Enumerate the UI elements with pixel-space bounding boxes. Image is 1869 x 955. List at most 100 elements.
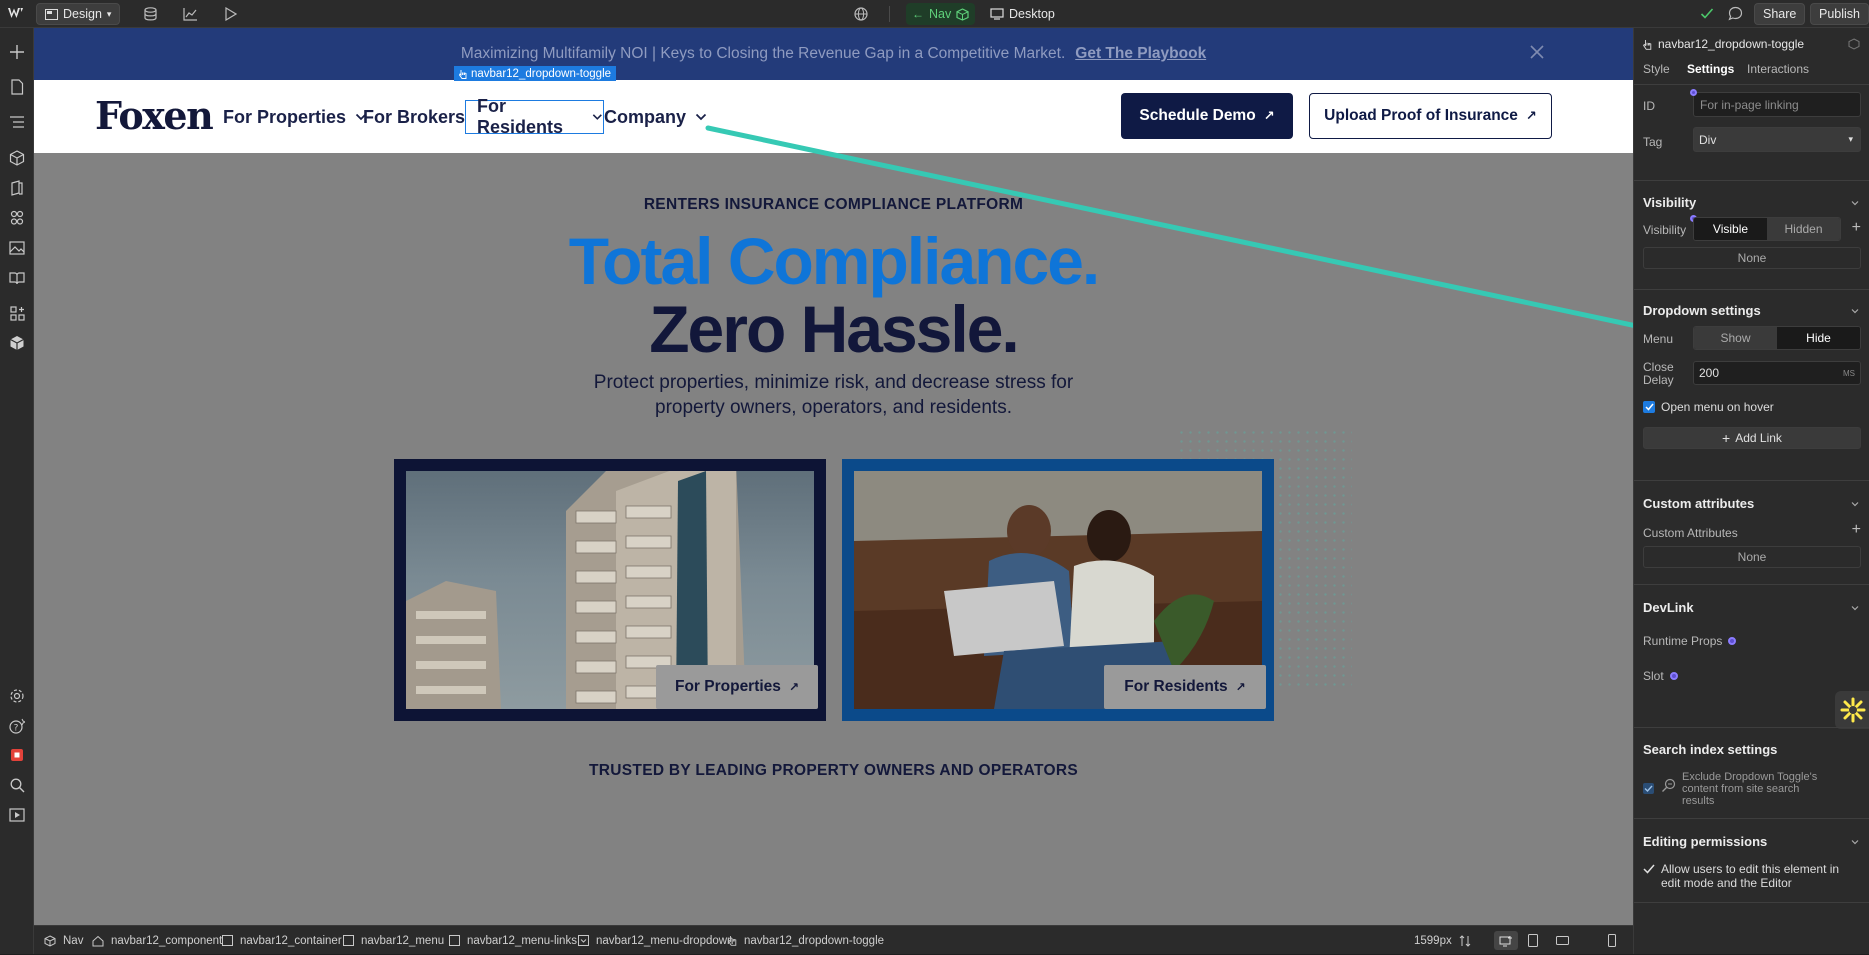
tag-select[interactable]: Div ▾ <box>1693 127 1861 152</box>
visibility-section: Visibility Visibility Visible Hidden + N… <box>1634 180 1869 271</box>
breadcrumb-item[interactable]: navbar12_container <box>222 926 342 955</box>
chevron-down-icon[interactable] <box>1850 198 1860 208</box>
dropdown-settings-section: Dropdown settings Menu Show Hide Close D… <box>1634 289 1869 469</box>
add-breakpoint-desktop-button[interactable] <box>1494 931 1518 950</box>
tab-settings[interactable]: Settings <box>1687 62 1734 76</box>
assistant-sparkle-button[interactable] <box>1835 691 1869 729</box>
menu-label: Menu <box>1643 332 1674 346</box>
plus-icon: + <box>1722 430 1731 446</box>
mobile-portrait-icon[interactable] <box>1608 934 1616 947</box>
breadcrumb-item[interactable]: Nav <box>44 926 83 955</box>
sparkle-icon <box>1840 697 1865 723</box>
visibility-title: Visibility <box>1643 195 1697 210</box>
breadcrumb-item[interactable]: navbar12_menu-dropdown <box>578 926 733 955</box>
binding-dot-icon[interactable] <box>1728 637 1737 645</box>
visibility-label: Visibility <box>1643 223 1687 237</box>
add-attribute-plus-icon[interactable]: + <box>1852 521 1861 539</box>
id-label: ID <box>1643 99 1655 113</box>
editing-permissions-title: Editing permissions <box>1643 834 1768 849</box>
breadcrumb-item[interactable]: navbar12_dropdown-toggle <box>728 926 884 955</box>
breadcrumb-label: Nav <box>63 934 84 947</box>
tablet-icon[interactable] <box>1528 934 1538 947</box>
breadcrumb-item[interactable]: navbar12_menu-links <box>449 926 577 955</box>
hide-option[interactable]: Hide <box>1777 327 1860 349</box>
breadcrumb-item[interactable]: navbar12_component <box>92 926 222 955</box>
home-icon <box>92 935 104 946</box>
div-block-icon <box>343 935 354 946</box>
pointer-hand-icon <box>1643 39 1652 50</box>
exclude-search-line-1: Exclude Dropdown Toggle's <box>1682 771 1818 783</box>
component-settings-icon[interactable] <box>1848 38 1860 50</box>
slot-label: Slot <box>1643 669 1664 683</box>
tag-select-value: Div <box>1699 132 1717 147</box>
allow-editing-text: Allow users to edit this element in edit… <box>1661 862 1839 890</box>
custom-attributes-none-box: None <box>1643 546 1861 568</box>
visibility-none-label: None <box>1737 251 1767 265</box>
devlink-title: DevLink <box>1643 600 1694 615</box>
desktop-plus-icon <box>1499 935 1512 946</box>
mobile-landscape-icon[interactable] <box>1556 936 1569 945</box>
editing-permissions-section: Editing permissions Allow users to edit … <box>1634 818 1869 903</box>
tab-interactions[interactable]: Interactions <box>1747 62 1809 76</box>
close-delay-input[interactable]: 200 MS <box>1693 361 1861 385</box>
breadcrumb-label: navbar12_component <box>111 934 223 947</box>
binding-dot-icon <box>1690 89 1697 96</box>
tag-label: Tag <box>1643 135 1663 149</box>
slot-row: Slot <box>1643 669 1678 683</box>
breadcrumb-label: navbar12_menu <box>361 934 445 947</box>
devlink-section: DevLink Runtime Props Slot <box>1634 584 1869 683</box>
exclude-search-line-2: content from site search <box>1682 783 1800 795</box>
delay-label: Delay <box>1643 373 1674 387</box>
add-link-button[interactable]: + Add Link <box>1643 427 1861 449</box>
selected-element-name: navbar12_dropdown-toggle <box>1658 37 1805 51</box>
search-off-icon <box>1662 778 1676 792</box>
div-block-icon <box>449 935 460 946</box>
hidden-option[interactable]: Hidden <box>1767 218 1840 240</box>
allow-editing-line-1: Allow users to edit this element in <box>1661 862 1840 876</box>
chevron-down-icon: ▾ <box>1848 134 1853 144</box>
custom-attributes-title: Custom attributes <box>1643 496 1755 511</box>
breadcrumb-label: navbar12_menu-links <box>467 934 577 947</box>
visibility-toggle[interactable]: Visible Hidden <box>1693 217 1841 241</box>
custom-attributes-none-label: None <box>1737 550 1767 564</box>
chevron-down-icon[interactable] <box>1850 306 1860 316</box>
open-on-hover-label: Open menu on hover <box>1661 400 1774 414</box>
pointer-hand-icon <box>728 936 737 946</box>
menu-show-hide-toggle[interactable]: Show Hide <box>1693 326 1861 350</box>
show-option[interactable]: Show <box>1694 327 1777 349</box>
binding-dot-icon[interactable] <box>1669 672 1678 680</box>
visible-option[interactable]: Visible <box>1694 218 1767 240</box>
id-input-placeholder: For in-page linking <box>1700 97 1799 112</box>
delay-unit: MS <box>1843 368 1855 378</box>
open-on-hover-checkbox[interactable] <box>1643 401 1655 413</box>
breadcrumb-bar: Nav navbar12_component navbar12_containe… <box>34 925 1633 954</box>
div-block-icon <box>222 935 233 946</box>
breadcrumb-label: navbar12_dropdown-toggle <box>744 934 885 947</box>
dropdown-settings-title: Dropdown settings <box>1643 303 1761 318</box>
selected-element-header: navbar12_dropdown-toggle <box>1643 37 1804 51</box>
exclude-search-text: Exclude Dropdown Toggle's content from s… <box>1682 771 1817 807</box>
exclude-search-checkbox[interactable] <box>1643 783 1654 794</box>
id-input[interactable]: For in-page linking <box>1693 92 1861 117</box>
tab-style[interactable]: Style <box>1643 62 1670 76</box>
exclude-search-line-3: results <box>1682 795 1715 807</box>
runtime-props-label: Runtime Props <box>1643 634 1723 648</box>
chevron-down-icon[interactable] <box>1850 603 1860 613</box>
custom-attributes-section: Custom attributes Custom Attributes + No… <box>1634 480 1869 572</box>
chevron-down-icon[interactable] <box>1850 499 1860 509</box>
canvas-width-readout: 1599px <box>1414 926 1471 955</box>
annotation-arrow <box>705 125 1692 344</box>
settings-panel: navbar12_dropdown-toggle Style Settings … <box>1633 28 1869 954</box>
width-readout-label: 1599px <box>1414 934 1452 947</box>
checkmark-icon <box>1644 403 1654 411</box>
search-index-title: Search index settings <box>1643 742 1778 757</box>
component-cube-icon <box>44 934 56 947</box>
add-condition-plus-icon[interactable]: + <box>1852 219 1861 237</box>
chevron-down-icon[interactable] <box>1850 837 1860 847</box>
breadcrumb-item[interactable]: navbar12_menu <box>343 926 444 955</box>
add-link-label: Add Link <box>1735 431 1782 445</box>
resize-icon <box>1459 934 1471 947</box>
visibility-none-box[interactable]: None <box>1643 247 1861 269</box>
allow-editing-line-2: edit mode and the Editor <box>1661 876 1792 890</box>
allow-editing-check-icon[interactable] <box>1643 864 1655 874</box>
